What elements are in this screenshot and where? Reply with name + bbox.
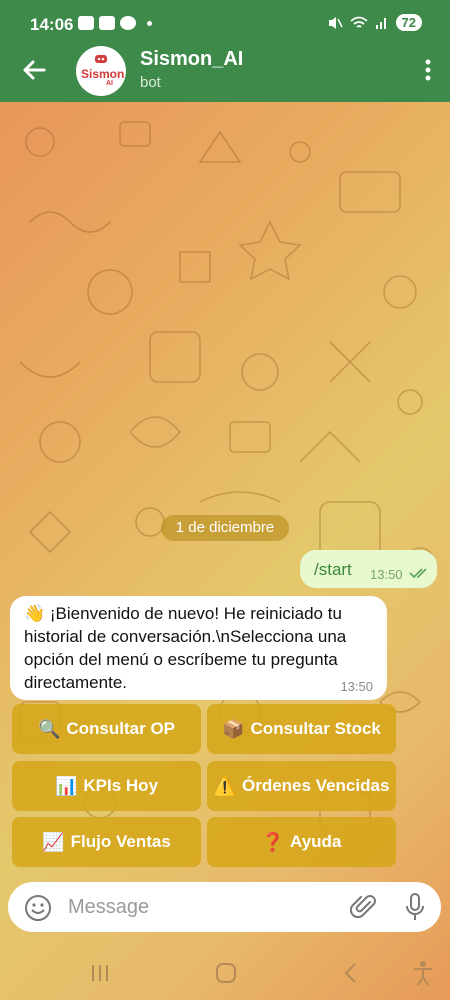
microphone-icon[interactable] xyxy=(403,892,427,922)
trend-chart-icon: 📈 xyxy=(42,831,65,852)
read-receipt-icon xyxy=(409,568,427,579)
mute-icon xyxy=(328,16,343,29)
ayuda-button[interactable]: ❓ Ayuda xyxy=(207,817,396,867)
chat-title[interactable]: Sismon_AI xyxy=(140,48,243,71)
navigation-bar xyxy=(0,940,450,1000)
back-nav-icon[interactable] xyxy=(343,962,359,984)
youtube-icon xyxy=(78,16,94,30)
system-icons: 72 xyxy=(327,14,422,31)
home-icon[interactable] xyxy=(215,962,237,984)
button-label: Consultar OP xyxy=(66,719,176,738)
chat-screen: 14:06 72 Sismon AI Sismon_AI bot 1 de di… xyxy=(0,0,450,1000)
message-time: 13:50 xyxy=(370,567,403,582)
emoji-icon[interactable] xyxy=(24,894,52,922)
recent-apps-icon[interactable] xyxy=(90,964,110,982)
bot-avatar[interactable]: Sismon AI xyxy=(76,46,126,96)
message-text: 👋 ¡Bienvenido de nuevo! He reiniciado tu… xyxy=(24,604,347,692)
more-options-icon[interactable] xyxy=(422,58,434,82)
date-separator: 1 de diciembre xyxy=(161,515,289,541)
button-label: KPIs Hoy xyxy=(83,776,159,795)
warning-icon: ⚠️ xyxy=(213,775,236,796)
message-time: 13:50 xyxy=(340,679,373,694)
accessibility-icon[interactable] xyxy=(412,960,434,986)
magnifier-icon: 🔍 xyxy=(37,718,61,739)
battery-indicator: 72 xyxy=(395,14,422,31)
button-label: Órdenes Vencidas xyxy=(242,776,390,795)
avatar-subtext: AI xyxy=(106,80,113,87)
question-mark-icon: ❓ xyxy=(261,831,285,852)
package-icon: 📦 xyxy=(222,718,245,739)
chat-subtitle: bot xyxy=(140,74,161,91)
instagram-icon xyxy=(99,16,115,30)
button-label: Ayuda xyxy=(290,832,342,851)
wifi-icon xyxy=(349,16,368,28)
avatar-text: Sismon xyxy=(81,67,125,81)
signal-icon xyxy=(375,17,386,29)
bar-chart-icon: 📊 xyxy=(54,775,78,796)
chat-header: Sismon AI Sismon_AI bot xyxy=(0,38,450,102)
message-input-bar: Message xyxy=(8,882,441,932)
button-label: Consultar Stock xyxy=(250,719,381,738)
more-notifications-icon xyxy=(147,20,152,26)
notification-icons xyxy=(78,16,152,30)
ordenes-vencidas-button[interactable]: ⚠️ Órdenes Vencidas xyxy=(207,761,396,811)
back-arrow-icon[interactable] xyxy=(18,54,50,86)
message-input[interactable]: Message xyxy=(68,896,149,919)
incoming-message[interactable]: 👋 ¡Bienvenido de nuevo! He reiniciado tu… xyxy=(10,596,387,700)
message-text: /start xyxy=(314,560,352,579)
consultar-op-button[interactable]: 🔍 Consultar OP xyxy=(12,704,201,754)
kpis-hoy-button[interactable]: 📊 KPIs Hoy xyxy=(12,761,201,811)
flujo-ventas-button[interactable]: 📈 Flujo Ventas xyxy=(12,817,201,867)
whatsapp-icon xyxy=(120,16,136,30)
button-label: Flujo Ventas xyxy=(70,832,171,851)
outgoing-message[interactable]: /start 13:50 xyxy=(300,550,437,588)
status-time: 14:06 xyxy=(30,15,74,34)
consultar-stock-button[interactable]: 📦 Consultar Stock xyxy=(207,704,396,754)
attach-icon[interactable] xyxy=(350,893,378,921)
